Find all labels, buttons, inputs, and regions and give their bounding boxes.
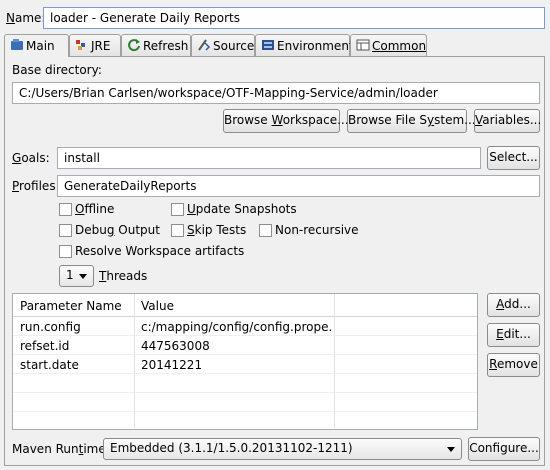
environment-icon: [262, 40, 274, 50]
tab-main[interactable]: Main: [4, 34, 69, 57]
profiles-label: Profiles:: [12, 179, 60, 193]
threads-value: 1: [66, 268, 74, 282]
edit-button[interactable]: Edit...: [487, 323, 540, 347]
name-field[interactable]: loader - Generate Daily Reports: [43, 7, 545, 29]
table-cell: c:/mapping/config/config.prope...: [141, 320, 331, 334]
add-button[interactable]: Add...: [487, 293, 540, 317]
tab-environment-label: Environment: [277, 39, 354, 53]
table-cell: run.config: [20, 320, 81, 334]
tab-main-label: Main: [26, 39, 55, 53]
skip-tests-checkbox[interactable]: [171, 224, 184, 237]
table-cell: start.date: [20, 358, 79, 372]
tab-refresh-label: Refresh: [143, 39, 189, 53]
column-divider: [334, 294, 335, 429]
maven-runtime-value: Embedded (3.1.1/1.5.0.20131102-1211): [110, 441, 353, 455]
column-header-parameter-name[interactable]: Parameter Name: [20, 299, 122, 313]
remove-button[interactable]: Remove: [487, 353, 540, 377]
tab-refresh[interactable]: Refresh: [121, 34, 191, 56]
base-dir-field[interactable]: C:/Users/Brian Carlsen/workspace/OTF-Map…: [12, 82, 540, 104]
name-label: Name:: [6, 11, 46, 25]
row-divider: [13, 392, 477, 393]
chevron-down-icon: [79, 274, 87, 279]
chevron-down-icon: [447, 447, 455, 452]
tab-environment[interactable]: Environment: [255, 34, 354, 56]
profiles-field[interactable]: GenerateDailyReports: [57, 175, 540, 197]
table-header: Parameter Name Value: [13, 294, 477, 317]
skip-tests-label: Skip Tests: [187, 223, 247, 237]
refresh-icon: [128, 39, 140, 52]
table-cell: refset.id: [20, 339, 70, 353]
goals-label: Goals:: [12, 151, 50, 165]
row-divider: [13, 354, 477, 355]
tab-common-label: Common: [372, 39, 427, 53]
source-icon: [198, 39, 211, 51]
offline-checkbox[interactable]: [59, 203, 72, 216]
main-icon: [11, 39, 23, 50]
goals-field[interactable]: install: [57, 147, 481, 169]
configure-button[interactable]: Configure...: [468, 437, 540, 461]
non-recursive-checkbox[interactable]: [259, 224, 272, 237]
tab-source[interactable]: Source: [191, 34, 255, 56]
browse-workspace-button[interactable]: Browse Workspace...: [223, 109, 349, 133]
resolve-workspace-label: Resolve Workspace artifacts: [75, 244, 245, 258]
update-snapshots-label: Update Snapshots: [187, 202, 297, 216]
maven-runtime-label: Maven Runtime:: [12, 442, 110, 456]
resolve-workspace-checkbox[interactable]: [59, 245, 72, 258]
debug-output-label: Debug Output: [75, 223, 160, 237]
maven-runtime-combo[interactable]: Embedded (3.1.1/1.5.0.20131102-1211): [103, 438, 462, 460]
threads-label: Threads: [99, 269, 148, 283]
tab-jre[interactable]: JRE: [69, 34, 121, 56]
browse-file-system-button[interactable]: Browse File System...: [347, 109, 476, 133]
non-recursive-label: Non-recursive: [275, 223, 359, 237]
update-snapshots-checkbox[interactable]: [171, 203, 184, 216]
variables-button[interactable]: Variables...: [474, 109, 541, 133]
row-divider: [13, 335, 477, 336]
jre-icon: [76, 40, 85, 50]
common-icon: [356, 39, 370, 51]
offline-label: Offline: [75, 202, 115, 216]
parameters-table[interactable]: Parameter Name Value run.config c:/mappi…: [12, 293, 478, 430]
select-button[interactable]: Select...: [487, 146, 540, 170]
column-header-value[interactable]: Value: [141, 299, 174, 313]
table-cell: 20141221: [141, 358, 203, 372]
table-cell: 447563008: [141, 339, 210, 353]
tab-source-label: Source: [213, 39, 255, 53]
base-dir-label: Base directory:: [12, 63, 102, 77]
column-divider: [134, 294, 135, 429]
threads-combo[interactable]: 1: [59, 265, 94, 287]
row-divider: [13, 411, 477, 412]
debug-output-checkbox[interactable]: [59, 224, 72, 237]
tab-common[interactable]: Common: [350, 34, 427, 56]
row-divider: [13, 373, 477, 374]
tab-jre-label: JRE: [91, 39, 111, 53]
